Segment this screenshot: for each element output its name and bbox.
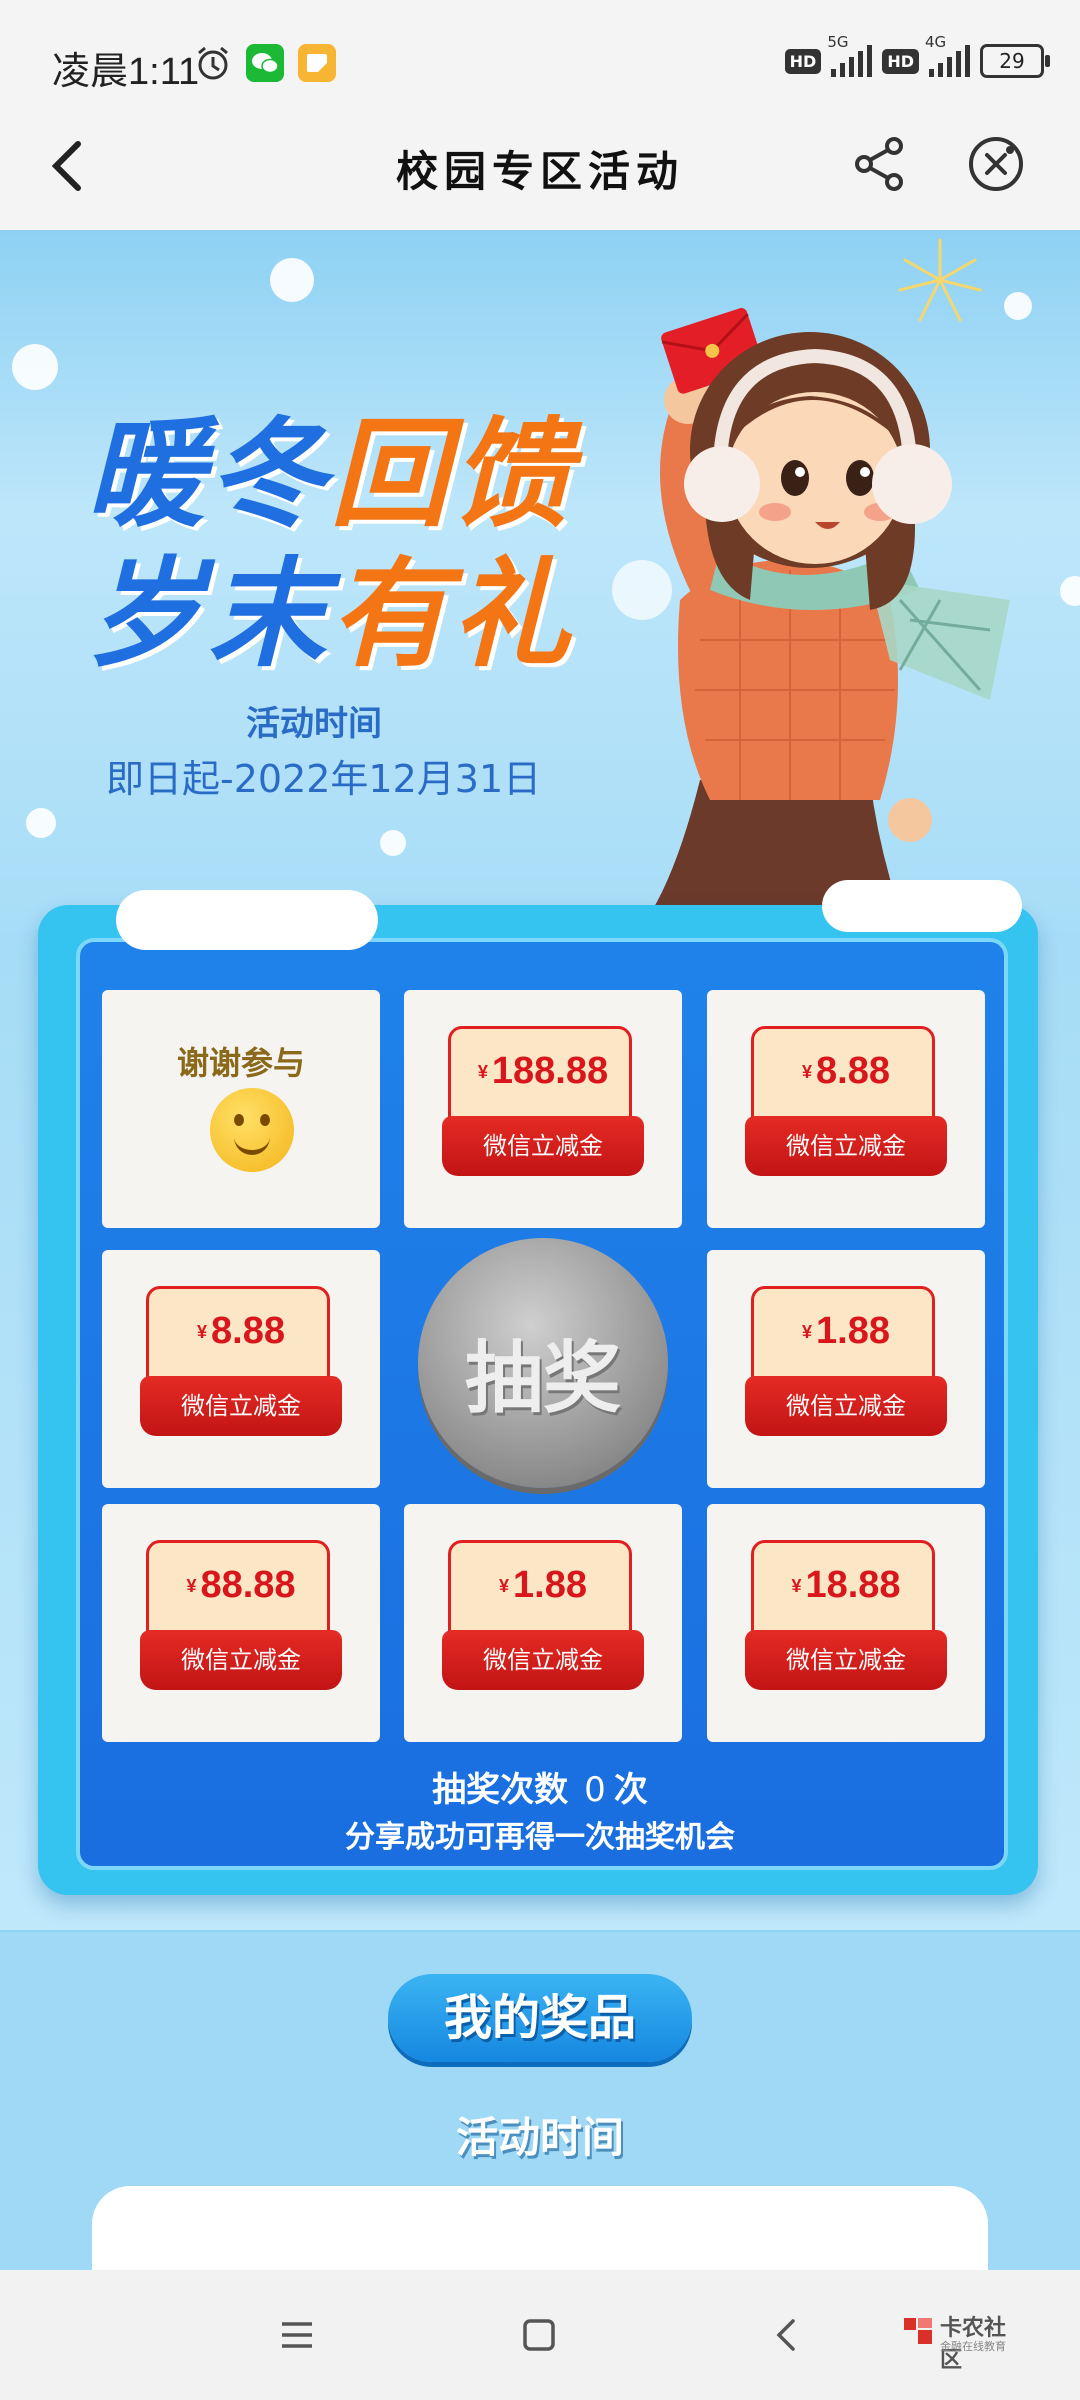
prize-cell: ¥8.88 微信立减金 (102, 1250, 380, 1488)
coupon-label: 微信立减金 (140, 1630, 342, 1690)
wechat-icon (246, 44, 284, 82)
hero-time-value: 即日起-2022年12月31日 (106, 757, 542, 801)
draw-count-value: 0 (584, 1770, 606, 1810)
system-nav-bar: 卡农社区 金融在线教育 (0, 2270, 1080, 2400)
coupon-icon: ¥8.88 微信立减金 (140, 1286, 342, 1446)
coupon-icon: ¥18.88 微信立减金 (745, 1540, 947, 1700)
hd-badge-2: HD (882, 48, 919, 74)
page-title: 校园专区活动 (395, 147, 684, 196)
prize-amount: 188.88 (491, 1050, 609, 1092)
coupon-label: 微信立减金 (140, 1376, 342, 1436)
share-icon[interactable] (850, 134, 910, 194)
thanks-label: 谢谢参与 (176, 1044, 305, 1082)
coupon-icon: ¥1.88 微信立减金 (745, 1286, 947, 1446)
signal-5g-icon: 5G (827, 33, 873, 77)
back-triangle-icon[interactable] (766, 2314, 808, 2356)
signal-4g-icon: 4G (925, 33, 970, 77)
prize-cell: ¥1.88 微信立减金 (404, 1504, 682, 1742)
coupon-icon: ¥1.88 微信立减金 (442, 1540, 644, 1700)
activity-time-heading: 活动时间 (455, 2113, 624, 2162)
battery-indicator: 29 (980, 44, 1050, 78)
girl-illustration (638, 308, 1010, 930)
coupon-label: 微信立减金 (442, 1630, 644, 1690)
notes-app-icon (298, 44, 336, 82)
close-icon[interactable] (966, 134, 1026, 194)
prize-cell: ¥1.88 微信立减金 (707, 1250, 985, 1488)
coupon-label: 微信立减金 (745, 1630, 947, 1690)
prize-amount: 8.88 (816, 1050, 890, 1092)
prize-cell: ¥8.88 微信立减金 (707, 990, 985, 1228)
coupon-label: 微信立减金 (745, 1376, 947, 1436)
menu-icon[interactable] (276, 2314, 318, 2356)
alarm-icon (194, 44, 232, 82)
coupon-icon: ¥8.88 微信立减金 (745, 1026, 947, 1186)
prize-amount: 18.88 (805, 1564, 901, 1606)
smiley-icon (210, 1088, 294, 1172)
coupon-label: 微信立减金 (745, 1116, 947, 1176)
snow-cap-right (822, 880, 1022, 932)
draw-button-label: 抽奖 (464, 1334, 621, 1424)
coupon-icon: ¥88.88 微信立减金 (140, 1540, 342, 1700)
prize-cell: ¥188.88 微信立减金 (404, 990, 682, 1228)
prize-cell: ¥18.88 微信立减金 (707, 1504, 985, 1742)
coupon-label: 微信立减金 (442, 1116, 644, 1176)
watermark-logo: 卡农社区 金融在线教育 (900, 2308, 1020, 2373)
draw-count-label: 抽奖次数 (432, 1770, 569, 1810)
watermark-icon (904, 2318, 932, 2344)
hd-badge: HD (784, 48, 822, 74)
prize-amount: 88.88 (200, 1564, 296, 1606)
prize-amount: 8.88 (211, 1310, 285, 1352)
prize-amount: 1.88 (816, 1310, 890, 1352)
hero-banner: 暖冬回馈 岁末有礼 活动时间 即日起-2022年12月31日 (0, 230, 1080, 930)
draw-count: 抽奖次数 0 次 (0, 1762, 1080, 1811)
prize-amount: 1.88 (513, 1564, 587, 1606)
home-square-icon[interactable] (518, 2314, 560, 2356)
snow-cap-left (116, 890, 378, 950)
coupon-icon: ¥188.88 微信立减金 (442, 1026, 644, 1186)
my-prizes-button[interactable]: 我的奖品 (388, 1974, 692, 2062)
draw-count-unit: 次 (613, 1770, 648, 1810)
nav-bar: 校园专区活动 (0, 100, 1080, 231)
headline-line-2: 岁末有礼 (86, 549, 575, 681)
share-tip: 分享成功可再得一次抽奖机会 (345, 1820, 735, 1855)
prize-cell-thanks: 谢谢参与 (102, 990, 380, 1228)
hero-time-label: 活动时间 (246, 704, 382, 744)
draw-button[interactable]: 抽奖 (418, 1238, 668, 1488)
status-time: 凌晨1:11 (52, 51, 200, 93)
prize-cell: ¥88.88 微信立减金 (102, 1504, 380, 1742)
